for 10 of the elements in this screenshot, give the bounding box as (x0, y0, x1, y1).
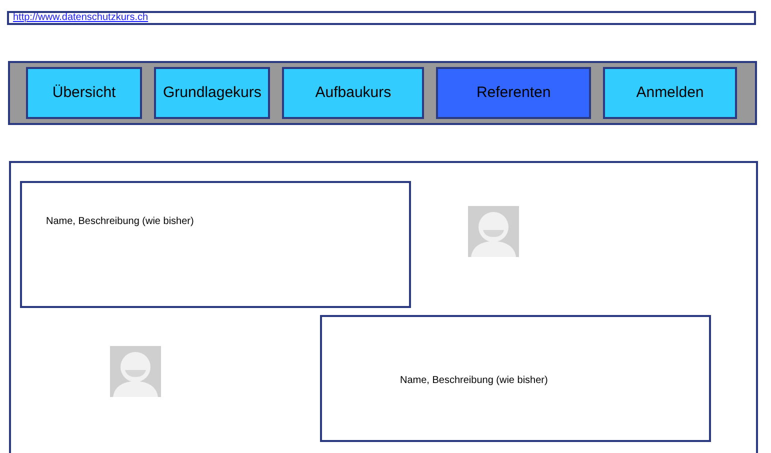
nav-tab[interactable]: Anmelden (603, 67, 737, 119)
avatar-icon (110, 346, 161, 397)
url-link[interactable]: http://www.datenschutzkurs.ch (13, 13, 148, 23)
description-text: Name, Beschreibung (wie bisher) (400, 375, 548, 386)
avatar-icon (468, 206, 519, 257)
nav-tab[interactable]: Grundlagekurs (154, 67, 270, 119)
nav-tab[interactable]: Referenten (436, 67, 591, 119)
nav-tab[interactable]: Aufbaukurs (282, 67, 424, 119)
description-text: Name, Beschreibung (wie bisher) (46, 216, 194, 227)
nav-tab[interactable]: Übersicht (26, 67, 142, 119)
